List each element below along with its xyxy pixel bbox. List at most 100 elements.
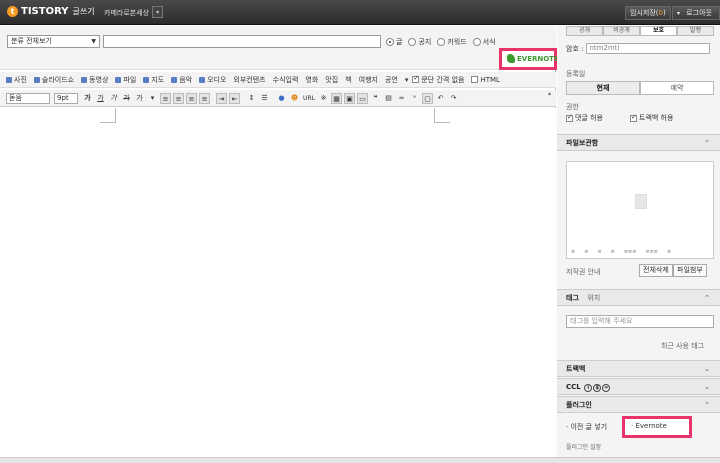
ccl-section-header[interactable]: CCL i $ = ⌄: [557, 378, 720, 395]
insert-book[interactable]: 책: [345, 75, 351, 85]
post-type-template[interactable]: 서식: [472, 37, 496, 47]
line-height-icon[interactable]: ↕: [246, 93, 257, 104]
insert-restaurant[interactable]: 맛집: [325, 75, 338, 85]
plugin-item-prev-post[interactable]: · 이전 글 넣기: [566, 422, 607, 432]
visibility-private[interactable]: 비공개: [603, 26, 640, 36]
image-icon[interactable]: ▣: [344, 92, 355, 104]
file-tool-icon[interactable]: ≡: [667, 249, 671, 255]
insert-file[interactable]: 파일: [115, 75, 136, 85]
category-select[interactable]: 분류 전체보기 ▼: [7, 35, 100, 48]
blog-selector[interactable]: 카메라로본세상 ▾: [104, 6, 164, 20]
file-tool-icon[interactable]: ≡: [584, 249, 588, 255]
plugin-section-header[interactable]: 플러그인 ⌃: [557, 396, 720, 413]
ccl-title: CCL: [566, 383, 581, 391]
indent-icon[interactable]: ⇥: [216, 92, 227, 104]
insert-audio[interactable]: 오디오: [199, 75, 226, 85]
undo-icon[interactable]: ↶: [435, 93, 446, 104]
post-type-notice[interactable]: 공지: [408, 37, 431, 47]
toolbar-scroll[interactable]: ▴: [548, 90, 556, 102]
editor-pane: 분류 전체보기 ▼ 글 공지 키워드 서식 EVERNOTE 사진 슬라이드쇼 …: [0, 26, 559, 463]
file-storage[interactable]: ≡ ≡ ≡ ≡ ≡≡≡ ≡≡≡ ≡: [566, 161, 714, 259]
file-tool-icon[interactable]: ≡≡≡: [645, 249, 658, 255]
align-justify-icon[interactable]: ≡: [199, 92, 210, 104]
emoticon-icon[interactable]: ☻: [289, 93, 300, 104]
quote-icon[interactable]: ❝: [370, 93, 381, 104]
publish-date-label: 등록일: [566, 70, 586, 78]
recent-tags-link[interactable]: 최근 사용 태그: [661, 341, 704, 351]
temp-save-dropdown[interactable]: ▾ 로그아웃: [672, 6, 720, 20]
file-section-header[interactable]: 파일보관함 ⌃: [557, 134, 720, 151]
password-input[interactable]: ntm2mti: [586, 43, 711, 54]
visibility-publish[interactable]: 발행: [677, 26, 714, 36]
title-input[interactable]: [103, 35, 381, 48]
chevron-down-icon: ⌄: [704, 383, 710, 391]
italic-button[interactable]: 가: [108, 93, 119, 104]
post-type-post[interactable]: 글: [386, 37, 402, 47]
insert-slideshow[interactable]: 슬라이드쇼: [33, 75, 74, 85]
file-tool-icon[interactable]: ≡≡≡: [624, 249, 637, 255]
redo-icon[interactable]: ↷: [448, 93, 459, 104]
evernote-button[interactable]: EVERNOTE: [499, 48, 559, 70]
outdent-icon[interactable]: ⇤: [229, 92, 240, 104]
superscript-icon[interactable]: ᵃ: [409, 93, 420, 104]
insert-travel[interactable]: 여행지: [359, 75, 378, 85]
box-icon[interactable]: ▭: [357, 92, 368, 104]
publish-now[interactable]: 현재: [566, 81, 640, 95]
trackback-section-header[interactable]: 트랙백 ⌄: [557, 360, 720, 377]
plugin-settings-link[interactable]: 플러그인 설정: [566, 442, 601, 451]
insert-label: 파일: [123, 75, 137, 84]
table-icon[interactable]: ▦: [331, 92, 342, 104]
font-color-button[interactable]: 가: [134, 93, 145, 104]
location-tab[interactable]: 위치: [587, 294, 600, 302]
allow-trackback[interactable]: 트랙백 허용: [630, 113, 673, 123]
tag-input[interactable]: 태그를 입력해 주세요: [566, 315, 714, 328]
blog-name: 카메라로본세상: [104, 9, 150, 17]
insert-formula[interactable]: 수식입력: [273, 75, 299, 85]
file-tool-icon[interactable]: ≡: [611, 249, 615, 255]
color-dropdown[interactable]: ▾: [147, 93, 158, 104]
delete-all-button[interactable]: 전체삭제: [639, 264, 673, 277]
file-tool-icon[interactable]: ≡: [597, 249, 601, 255]
font-size-select[interactable]: 9pt: [54, 92, 78, 104]
post-type-keyword[interactable]: 키워드: [437, 37, 467, 47]
bold-button[interactable]: 가: [82, 93, 93, 104]
strike-button[interactable]: 가: [121, 93, 132, 104]
publish-reserve[interactable]: 예약: [640, 81, 714, 95]
special-char-icon[interactable]: ※: [318, 93, 329, 104]
plugin-item-evernote[interactable]: · Evernote: [622, 416, 692, 438]
insert-photo[interactable]: 사진: [6, 75, 27, 85]
visibility-public[interactable]: 공개: [566, 26, 603, 36]
insert-video[interactable]: 동영상: [81, 75, 108, 85]
spellcheck-icon[interactable]: ▢: [422, 92, 433, 104]
insert-external[interactable]: 외부컨텐츠: [233, 75, 265, 85]
more-icon[interactable]: ▤: [383, 93, 394, 104]
attach-file-button[interactable]: 파일첨부: [673, 264, 707, 277]
tag-section-header[interactable]: 태그 위치 ⌃: [557, 289, 720, 306]
insert-movie[interactable]: 영화: [305, 75, 318, 85]
align-left-icon[interactable]: ≡: [160, 92, 171, 104]
insert-show[interactable]: 공연: [385, 75, 398, 85]
link-icon[interactable]: ●: [276, 93, 287, 104]
copyright-guide[interactable]: 저작권 안내: [566, 267, 600, 277]
insert-music[interactable]: 음악: [171, 75, 192, 85]
list-icon[interactable]: ☰: [259, 93, 270, 104]
insert-toolbar: 사진 슬라이드쇼 동영상 파일 지도 음악 오디오 외부컨텐츠 수식입력 영화 …: [0, 72, 556, 88]
hr-icon[interactable]: ═: [396, 93, 407, 104]
temp-save-button[interactable]: 임시저장(0): [625, 6, 671, 20]
align-right-icon[interactable]: ≡: [186, 92, 197, 104]
font-select[interactable]: 돋움: [6, 92, 50, 104]
file-tool-icon[interactable]: ≡: [571, 249, 575, 255]
password-label: 암호 :: [566, 44, 584, 53]
underline-button[interactable]: 가: [95, 93, 106, 104]
visibility-protected[interactable]: 보호: [640, 26, 677, 36]
html-toggle[interactable]: HTML: [471, 76, 500, 84]
tistory-logo[interactable]: t TISTORY 글쓰기: [7, 6, 95, 17]
allow-comments[interactable]: 댓글 허용: [566, 113, 603, 123]
editor-body[interactable]: [0, 108, 556, 463]
more-insert[interactable]: ▾: [405, 76, 409, 84]
url-button[interactable]: URL: [302, 93, 316, 104]
chevron-up-icon: ⌃: [704, 401, 710, 409]
align-center-icon[interactable]: ≡: [173, 92, 184, 104]
paragraph-gap-toggle[interactable]: 문단 간격 없음: [412, 74, 464, 85]
insert-map[interactable]: 지도: [143, 75, 164, 85]
